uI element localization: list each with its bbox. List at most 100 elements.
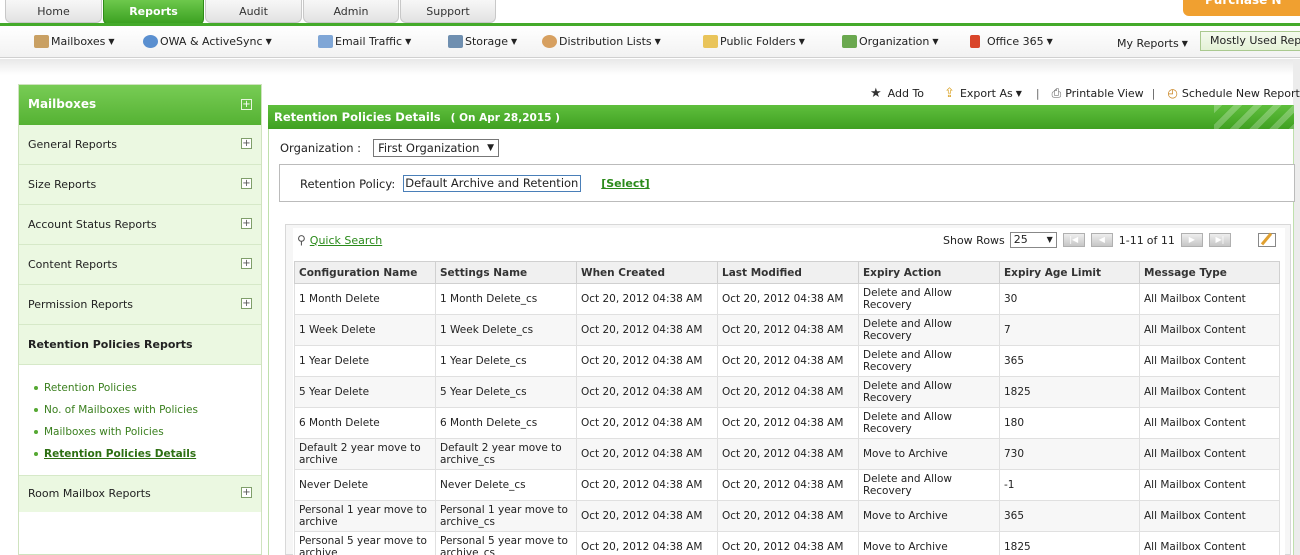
expand-icon[interactable]: + xyxy=(241,258,252,269)
table-cell: 1825 xyxy=(999,376,1140,408)
chevron-down-icon: ▼ xyxy=(654,37,661,46)
menu-mailboxes[interactable]: Mailboxes ▼ xyxy=(34,35,115,48)
column-header[interactable]: Expiry Age Limit xyxy=(999,261,1140,284)
expand-icon[interactable]: + xyxy=(241,487,252,498)
expand-icon[interactable]: + xyxy=(241,138,252,149)
menu-public-folders[interactable]: Public Folders ▼ xyxy=(703,35,805,48)
sidebar-header: Mailboxes + xyxy=(19,85,261,125)
prev-page-button[interactable]: ◀ xyxy=(1090,233,1113,247)
bullet-icon xyxy=(34,430,38,434)
table-cell: Oct 20, 2012 04:38 AM xyxy=(576,438,718,470)
sidebar-item-permission-reports[interactable]: Permission Reports + xyxy=(19,285,261,325)
table-cell: 1 Year Delete_cs xyxy=(435,345,577,377)
sidebar-item-account-status-reports[interactable]: Account Status Reports + xyxy=(19,205,261,245)
organization-label: Organization : xyxy=(280,141,362,155)
menu-label: Public Folders xyxy=(720,35,796,48)
subitem-label: Retention Policies Details xyxy=(44,448,197,460)
toolbar-separator: | xyxy=(1035,86,1040,100)
table-row[interactable]: 1 Week Delete 1 Week Delete_cs Oct 20, 201… xyxy=(294,314,1280,346)
expand-icon[interactable]: + xyxy=(241,298,252,309)
subitem-label: Retention Policies xyxy=(44,382,137,394)
table-cell: Oct 20, 2012 04:38 AM xyxy=(576,469,718,501)
table-header-row: Configuration Name Settings Name When Cr… xyxy=(294,261,1280,284)
page-scrollbar[interactable] xyxy=(1293,60,1300,555)
table-cell: All Mailbox Content xyxy=(1139,314,1280,346)
schedule-new-report-button[interactable]: ◴ Schedule New Report xyxy=(1167,86,1299,100)
sidebar-subitem-mailboxes-count[interactable]: No. of Mailboxes with Policies xyxy=(34,399,261,421)
menu-email-traffic[interactable]: Email Traffic ▼ xyxy=(318,35,411,48)
menu-label: Office 365 xyxy=(987,35,1044,48)
organization-filter: Organization : First Organization ▼ xyxy=(280,139,500,157)
retention-policies-table: Configuration Name Settings Name When Cr… xyxy=(294,261,1280,555)
table-row[interactable]: Personal 1 year move to archive Personal … xyxy=(294,500,1280,532)
select-policy-link[interactable]: [Select] xyxy=(601,177,649,190)
menu-label: OWA & ActiveSync xyxy=(160,35,263,48)
menu-distribution-lists[interactable]: Distribution Lists ▼ xyxy=(542,35,661,48)
table-row[interactable]: 6 Month Delete 6 Month Delete_cs Oct 20, 2… xyxy=(294,407,1280,439)
organization-select[interactable]: First Organization ▼ xyxy=(373,139,500,157)
column-header[interactable]: Message Type xyxy=(1139,261,1280,284)
sidebar-item-content-reports[interactable]: Content Reports + xyxy=(19,245,261,285)
tab-support[interactable]: Support xyxy=(400,0,496,23)
table-cell: Never Delete_cs xyxy=(435,469,577,501)
mostly-used-reports-button[interactable]: Mostly Used Repo xyxy=(1200,31,1300,51)
column-header[interactable]: Settings Name xyxy=(435,261,577,284)
retention-policy-input[interactable]: Default Archive and Retention Policy xyxy=(403,175,582,192)
show-rows-value: 25 xyxy=(1013,233,1028,246)
table-row[interactable]: Default 2 year move to archive Default 2 … xyxy=(294,438,1280,470)
column-header[interactable]: Last Modified xyxy=(717,261,859,284)
table-cell: 1825 xyxy=(999,531,1140,555)
menu-owa-activesync[interactable]: OWA & ActiveSync ▼ xyxy=(143,35,272,48)
first-page-button[interactable]: |◀ xyxy=(1062,233,1085,247)
sidebar-subitem-mailboxes-with-policies[interactable]: Mailboxes with Policies xyxy=(34,421,261,443)
edit-columns-icon[interactable] xyxy=(1258,233,1276,247)
expand-all-icon[interactable]: + xyxy=(241,99,252,110)
printable-view-button[interactable]: ⎙ Printable View xyxy=(1052,86,1144,101)
last-page-button[interactable]: ▶| xyxy=(1208,233,1231,247)
add-to-button[interactable]: ★ Add To xyxy=(870,86,924,101)
table-cell: Oct 20, 2012 04:38 AM xyxy=(576,283,718,315)
table-cell: Oct 20, 2012 04:38 AM xyxy=(576,531,718,555)
sidebar-subitem-retention-policies[interactable]: Retention Policies xyxy=(34,377,261,399)
sidebar-item-retention-policies-reports[interactable]: Retention Policies Reports xyxy=(19,325,261,365)
table-row[interactable]: 1 Year Delete 1 Year Delete_cs Oct 20, 201… xyxy=(294,345,1280,377)
purchase-button[interactable]: Purchase N xyxy=(1183,0,1300,16)
folder-icon xyxy=(703,35,718,48)
sidebar-subitem-retention-policies-details[interactable]: Retention Policies Details xyxy=(34,443,261,465)
column-header[interactable]: Expiry Action xyxy=(858,261,1000,284)
column-header[interactable]: Configuration Name xyxy=(294,261,436,284)
sidebar-item-label: Content Reports xyxy=(28,258,118,271)
storage-icon xyxy=(448,35,463,48)
table-cell: 1 Week Delete xyxy=(294,314,436,346)
tab-audit[interactable]: Audit xyxy=(205,0,302,23)
export-as-button[interactable]: ⇪ Export As ▼ xyxy=(944,86,1022,101)
table-row[interactable]: Never Delete Never Delete_cs Oct 20, 2012 … xyxy=(294,469,1280,501)
table-row[interactable]: Personal 5 year move to archive Personal … xyxy=(294,531,1280,555)
menu-storage[interactable]: Storage ▼ xyxy=(448,35,517,48)
expand-icon[interactable]: + xyxy=(241,178,252,189)
table-cell: 1 Week Delete_cs xyxy=(435,314,577,346)
menu-organization[interactable]: Organization ▼ xyxy=(842,35,938,48)
quick-search-link[interactable]: Quick Search xyxy=(310,234,382,247)
menu-my-reports[interactable]: My Reports ▼ xyxy=(1117,37,1188,50)
bullet-icon xyxy=(34,408,38,412)
tab-admin[interactable]: Admin xyxy=(303,0,399,23)
table-row[interactable]: 1 Month Delete 1 Month Delete_cs Oct 20, 2… xyxy=(294,283,1280,315)
tab-home[interactable]: Home xyxy=(5,0,102,23)
tab-reports[interactable]: Reports xyxy=(103,0,204,25)
report-toolbar: ★ Add To ⇪ Export As ▼ | ⎙ Printable View | … xyxy=(870,84,1300,102)
printer-icon: ⎙ xyxy=(1051,85,1062,100)
sidebar-item-general-reports[interactable]: General Reports + xyxy=(19,125,261,165)
sidebar-item-room-mailbox-reports[interactable]: Room Mailbox Reports + xyxy=(19,476,261,512)
table-row[interactable]: 5 Year Delete 5 Year Delete_cs Oct 20, 201… xyxy=(294,376,1280,408)
show-rows-label: Show Rows xyxy=(943,233,1005,247)
column-header[interactable]: When Created xyxy=(576,261,718,284)
menu-office-365[interactable]: Office 365 ▼ xyxy=(970,35,1053,48)
expand-icon[interactable]: + xyxy=(241,218,252,229)
show-rows-select[interactable]: 25 ▼ xyxy=(1009,232,1057,248)
dropdown-arrow-icon: ▼ xyxy=(487,143,495,153)
owa-icon xyxy=(143,35,158,48)
sidebar-item-size-reports[interactable]: Size Reports + xyxy=(19,165,261,205)
table-cell: All Mailbox Content xyxy=(1139,438,1280,470)
next-page-button[interactable]: ▶ xyxy=(1180,233,1203,247)
